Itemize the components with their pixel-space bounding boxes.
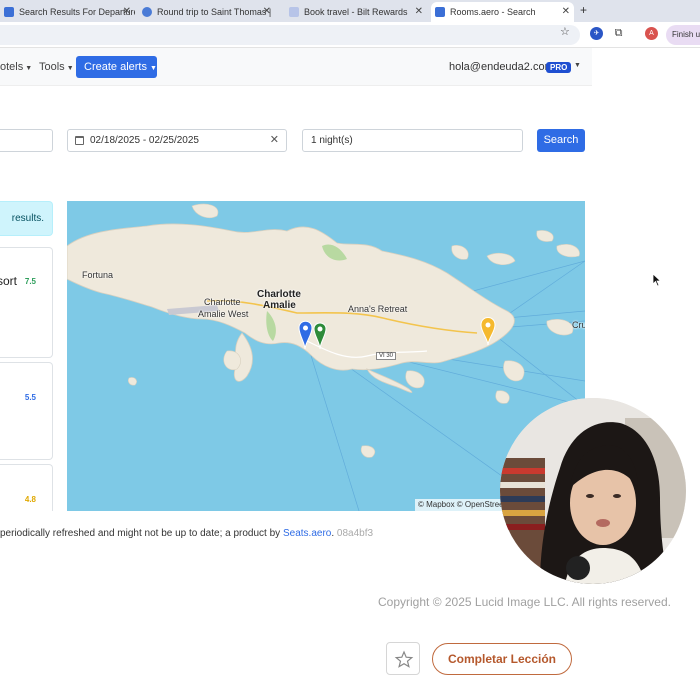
hotel-name: sort: [0, 274, 17, 288]
hotel-score: 7.5: [24, 277, 36, 286]
date-range-value: 02/18/2025 - 02/25/2025: [90, 135, 199, 146]
hotels-menu[interactable]: otels ▼: [0, 61, 32, 73]
presenter-video-icon: [500, 398, 686, 584]
tab-title: Book travel - Bilt Rewards: [304, 7, 408, 17]
browser-tab-strip: Search Results For Departure ✕ Round tri…: [0, 0, 700, 22]
search-button[interactable]: Search: [537, 129, 585, 152]
site-favicon-icon: [4, 7, 14, 17]
tab-title: Search Results For Departure: [19, 7, 135, 17]
app-navbar: otels ▼ Tools ▼ Create alerts ▼ hola@endeud…: [0, 48, 592, 86]
build-hash: 08a4bf3: [336, 528, 374, 539]
date-range-input[interactable]: 02/18/2025 - 02/25/2025 ✕: [67, 129, 287, 152]
create-alerts-label: Create alerts: [84, 61, 147, 73]
tab-search-results[interactable]: Search Results For Departure ✕: [0, 2, 135, 22]
clear-dates-icon[interactable]: ✕: [270, 130, 279, 151]
pro-badge: PRO: [546, 62, 572, 73]
finish-update-button[interactable]: Finish u: [666, 25, 700, 45]
hotel-score: 4.8: [24, 495, 36, 504]
tab-title: Rooms.aero - Search: [450, 7, 536, 17]
road-shield-vi30: VI 30: [376, 352, 397, 360]
map-label-charlotte-amalie-west: Charlotte: [204, 297, 241, 307]
caret-down-icon: ▼: [66, 65, 74, 72]
close-tab-icon[interactable]: ✕: [415, 6, 423, 17]
map-label-charlotte-amalie-2: Amalie: [263, 300, 296, 311]
hotel-result-card[interactable]: sort 7.5: [0, 247, 53, 358]
new-tab-button[interactable]: +: [580, 3, 587, 17]
tab-title: Round trip to Saint Thomas |: [157, 7, 272, 17]
caret-down-icon: ▼: [25, 65, 33, 72]
site-favicon-icon: [435, 7, 445, 17]
close-tab-icon[interactable]: ✕: [123, 6, 131, 17]
user-email[interactable]: hola@endeuda2.com: [449, 61, 554, 73]
bookmark-star-icon[interactable]: ☆: [560, 25, 570, 38]
site-favicon-icon: [289, 7, 299, 17]
star-icon: [394, 650, 414, 668]
complete-lesson-button[interactable]: Completar Lección: [432, 643, 572, 675]
seats-aero-link[interactable]: Seats.aero: [283, 528, 331, 539]
hotel-result-card[interactable]: 4.8: [0, 464, 53, 511]
puzzle-extensions-icon[interactable]: ⧉: [612, 27, 625, 40]
hotel-score: 5.5: [24, 393, 36, 402]
map-label-cruz-bay: Cru: [572, 320, 585, 330]
site-favicon-icon: [142, 7, 152, 17]
caret-down-icon[interactable]: ▼: [574, 62, 581, 69]
extension-icon[interactable]: ✈: [590, 27, 603, 40]
map-label-charlotte-amalie-west-2: Amalie West: [198, 309, 249, 319]
results-info-alert: results.: [0, 201, 53, 236]
destination-input[interactable]: [0, 129, 53, 152]
map-label-charlotte-amalie: Charlotte: [257, 289, 301, 300]
copyright-text: Copyright © 2025 Lucid Image LLC. All ri…: [378, 595, 671, 609]
create-alerts-button[interactable]: Create alerts ▼: [76, 56, 157, 78]
hotel-result-card[interactable]: 5.5: [0, 362, 53, 460]
browser-toolbar: ☆ ✈ ⧉ A Finish u: [0, 22, 700, 48]
nights-input[interactable]: 1 night(s): [302, 129, 523, 152]
data-refresh-text: periodically refreshed and might not be …: [0, 528, 281, 539]
close-tab-icon[interactable]: ✕: [263, 6, 271, 17]
address-bar[interactable]: [0, 25, 580, 45]
period: .: [331, 528, 335, 539]
map-label-annas-retreat: Anna's Retreat: [348, 304, 408, 314]
tools-menu[interactable]: Tools ▼: [39, 61, 74, 73]
favorite-star-button[interactable]: [386, 642, 420, 675]
map-attribution[interactable]: © Mapbox © OpenStreet: [415, 499, 509, 511]
hotels-menu-label: otels: [0, 61, 24, 73]
webcam-overlay: [500, 398, 686, 584]
caret-down-icon: ▼: [149, 65, 157, 72]
nights-value: 1 night(s): [311, 135, 353, 146]
map-label-fortuna: Fortuna: [82, 270, 114, 280]
tab-rooms-aero[interactable]: Rooms.aero - Search ✕: [431, 2, 574, 22]
mouse-cursor-icon: [652, 273, 662, 287]
tab-round-trip[interactable]: Round trip to Saint Thomas | ✕: [138, 2, 275, 22]
calendar-icon: [75, 136, 84, 145]
profile-avatar[interactable]: A: [645, 27, 658, 40]
close-tab-icon[interactable]: ✕: [562, 6, 570, 17]
tab-bilt-rewards[interactable]: Book travel - Bilt Rewards ✕: [285, 2, 427, 22]
tools-menu-label: Tools: [39, 61, 65, 73]
data-refresh-note: periodically refreshed and might not be …: [0, 528, 373, 539]
